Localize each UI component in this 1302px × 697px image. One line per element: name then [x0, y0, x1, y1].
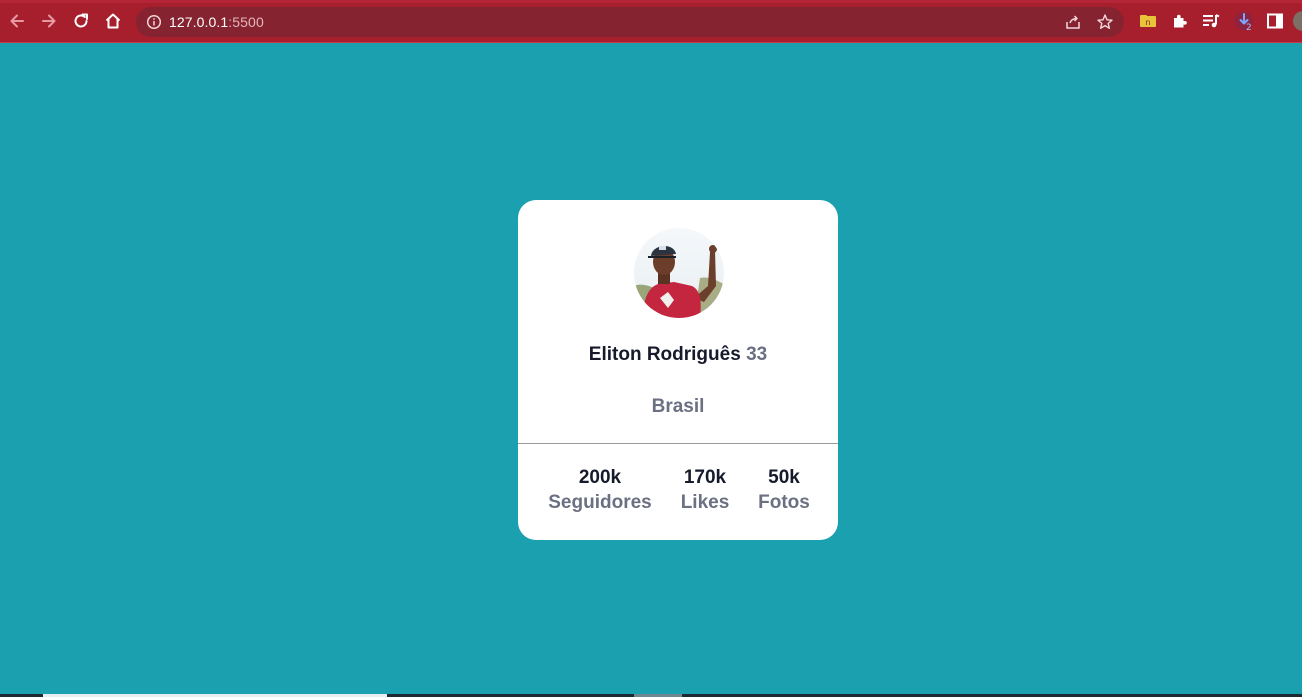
- profile-name-line: Eliton Rodriguês 33: [518, 344, 838, 366]
- profile-avatar-photo: [634, 228, 724, 318]
- extensions-puzzle-icon[interactable]: [1170, 11, 1190, 31]
- tab-strip-edge: [0, 0, 1302, 3]
- back-button[interactable]: [5, 9, 29, 33]
- card-divider: [518, 443, 838, 444]
- person-photo-icon: [634, 228, 724, 318]
- side-panel-icon[interactable]: [1265, 11, 1285, 31]
- url-port: :5500: [228, 14, 264, 30]
- forward-icon: [42, 14, 56, 28]
- stat-followers: 200k Seguidores: [544, 466, 656, 516]
- address-bar[interactable]: 127.0.0.1:5500: [136, 7, 1124, 37]
- stat-label: Likes: [680, 492, 730, 513]
- stat-value: 170k: [683, 467, 727, 488]
- back-icon: [10, 14, 24, 28]
- star-icon[interactable]: [1096, 13, 1114, 31]
- download-extension-icon: [1235, 12, 1253, 30]
- stat-value: 200k: [578, 467, 622, 488]
- reload-icon: [74, 13, 88, 28]
- home-icon: [105, 13, 121, 29]
- profile-card: Eliton Rodriguês 33 Brasil 200k Seguidor…: [518, 200, 838, 540]
- profile-age: 33: [746, 344, 768, 365]
- info-icon[interactable]: [146, 14, 162, 30]
- svg-text:n: n: [1145, 18, 1150, 27]
- stat-value: 50k: [768, 467, 800, 488]
- profile-avatar[interactable]: [1293, 11, 1302, 31]
- profile-country: Brasil: [651, 396, 705, 417]
- profile-name: Eliton Rodriguês: [588, 344, 741, 365]
- share-icon[interactable]: [1064, 13, 1082, 31]
- extension-badge: 2: [1246, 23, 1252, 33]
- stat-photos: 50k Fotos: [754, 466, 814, 516]
- media-queue-icon[interactable]: [1201, 11, 1221, 31]
- stat-likes: 170k Likes: [674, 466, 736, 516]
- url-host: 127.0.0.1: [169, 14, 229, 30]
- browser-toolbar: 127.0.0.1:5500 n 2: [0, 0, 1302, 43]
- home-button[interactable]: [101, 9, 125, 33]
- reload-button[interactable]: [69, 9, 93, 33]
- forward-button[interactable]: [37, 9, 61, 33]
- stat-label: Seguidores: [548, 492, 652, 513]
- extension-folder-icon[interactable]: n: [1138, 11, 1158, 31]
- stat-label: Fotos: [758, 492, 810, 513]
- download-extension-button[interactable]: 2: [1233, 9, 1257, 35]
- address-url: 127.0.0.1:5500: [169, 14, 264, 30]
